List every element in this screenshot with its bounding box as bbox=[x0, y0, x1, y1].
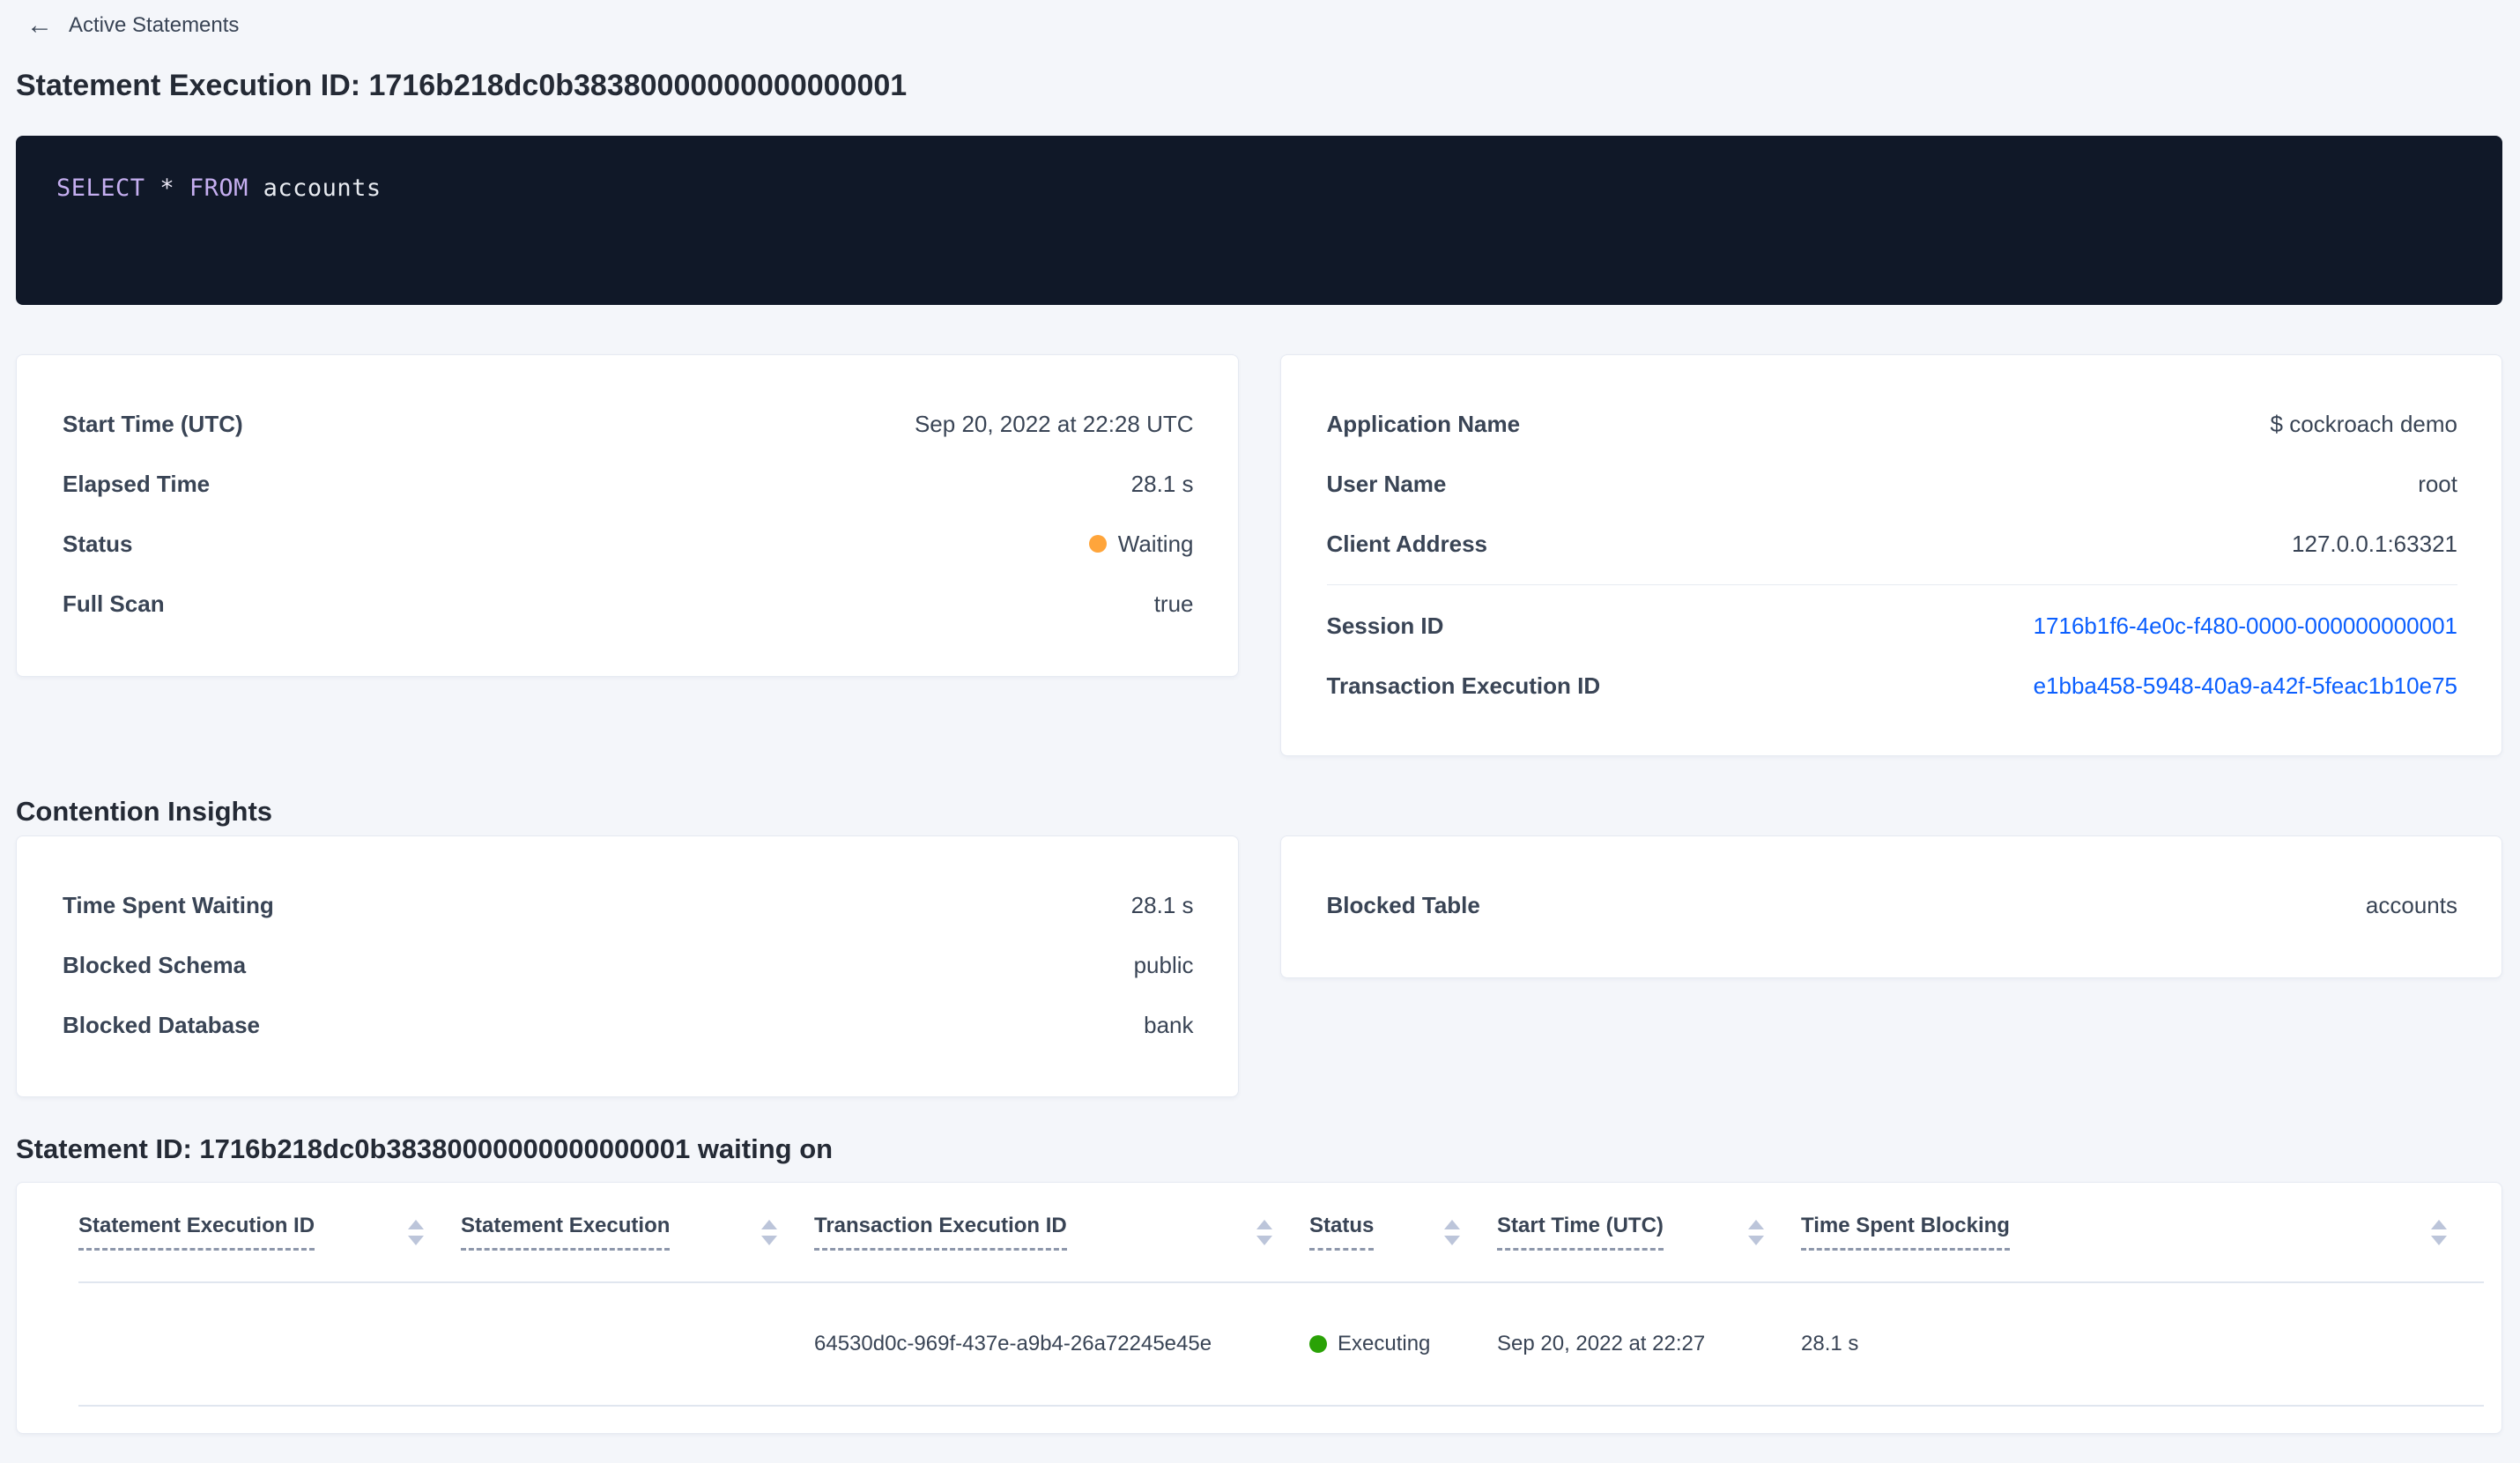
column-label: Time Spent Blocking bbox=[1801, 1214, 2010, 1251]
application-name-label: Application Name bbox=[1326, 410, 1521, 437]
user-name-label: User Name bbox=[1326, 470, 1447, 497]
contention-details-card: Time Spent Waiting 28.1 s Blocked Schema… bbox=[16, 835, 1239, 1097]
blocked-table-label: Blocked Table bbox=[1326, 891, 1480, 918]
sql-statement-box: SELECT * FROM accounts bbox=[16, 136, 2502, 305]
card-divider bbox=[1326, 584, 2457, 585]
cell-start-time: Sep 20, 2022 at 22:27 bbox=[1497, 1282, 1801, 1407]
blocked-schema-value: public bbox=[1133, 951, 1194, 978]
waiting-status-dot-icon bbox=[1088, 535, 1107, 553]
column-header-status[interactable]: Status bbox=[1309, 1183, 1497, 1283]
column-header-start-time[interactable]: Start Time (UTC) bbox=[1497, 1183, 1801, 1283]
waiting-on-heading: Statement ID: 1716b218dc0b38380000000000… bbox=[16, 1133, 834, 1164]
contention-cards-row: Time Spent Waiting 28.1 s Blocked Schema… bbox=[16, 835, 2502, 1097]
blocked-database-value: bank bbox=[1144, 1011, 1194, 1038]
blocked-table-card: Blocked Table accounts bbox=[1279, 835, 2502, 978]
session-details-card: Application Name $ cockroach demo User N… bbox=[1279, 354, 2502, 756]
start-time-value: Sep 20, 2022 at 22:28 UTC bbox=[914, 410, 1194, 437]
blocked-database-label: Blocked Database bbox=[63, 1011, 260, 1038]
column-label: Statement Execution ID bbox=[78, 1214, 315, 1251]
elapsed-time-value: 28.1 s bbox=[1130, 470, 1194, 497]
column-header-statement-execution[interactable]: Statement Execution bbox=[461, 1183, 814, 1283]
kv-row-status: Status Waiting bbox=[63, 514, 1194, 574]
kv-row-blocked-table: Blocked Table accounts bbox=[1327, 875, 2458, 935]
table-row: 64530d0c-969f-437e-a9b4-26a72245e45e Exe… bbox=[78, 1282, 2484, 1407]
time-spent-waiting-label: Time Spent Waiting bbox=[63, 891, 274, 918]
client-address-label: Client Address bbox=[1326, 530, 1488, 557]
waiting-statements-table-card: Statement Execution ID Statement Executi… bbox=[16, 1182, 2502, 1434]
column-label: Transaction Execution ID bbox=[814, 1214, 1067, 1251]
kv-row-blocked-schema: Blocked Schema public bbox=[63, 935, 1194, 995]
statement-execution-page: ← Active Statements Statement Execution … bbox=[0, 9, 2520, 1434]
status-text: Executing bbox=[1338, 1332, 1431, 1355]
transaction-execution-id-label: Transaction Execution ID bbox=[1326, 672, 1601, 699]
cell-transaction-execution-id: 64530d0c-969f-437e-a9b4-26a72245e45e bbox=[814, 1282, 1309, 1407]
sort-icon bbox=[2431, 1219, 2447, 1245]
summary-cards-row: Start Time (UTC) Sep 20, 2022 at 22:28 U… bbox=[16, 354, 2502, 756]
back-arrow-icon: ← bbox=[26, 11, 53, 40]
kv-row-application-name: Application Name $ cockroach demo bbox=[1327, 394, 2458, 454]
start-time-label: Start Time (UTC) bbox=[63, 410, 243, 437]
column-header-statement-execution-id[interactable]: Statement Execution ID bbox=[78, 1183, 461, 1283]
kv-row-time-spent-waiting: Time Spent Waiting 28.1 s bbox=[63, 875, 1194, 935]
kv-row-start-time: Start Time (UTC) Sep 20, 2022 at 22:28 U… bbox=[63, 394, 1194, 454]
back-link[interactable]: ← Active Statements bbox=[26, 9, 239, 42]
client-address-value: 127.0.0.1:63321 bbox=[2292, 530, 2457, 557]
time-spent-waiting-value: 28.1 s bbox=[1130, 891, 1194, 918]
executing-status-dot-icon bbox=[1309, 1335, 1327, 1353]
sql-keyword-select: SELECT bbox=[56, 175, 145, 202]
sql-keyword-from: FROM bbox=[189, 175, 248, 202]
page-title: Statement Execution ID: 1716b218dc0b3838… bbox=[16, 69, 908, 102]
sort-icon bbox=[1444, 1219, 1460, 1245]
back-link-label: Active Statements bbox=[69, 13, 240, 37]
kv-row-user-name: User Name root bbox=[1327, 454, 2458, 514]
column-label: Statement Execution bbox=[461, 1214, 671, 1251]
kv-row-client-address: Client Address 127.0.0.1:63321 bbox=[1327, 514, 2458, 574]
full-scan-label: Full Scan bbox=[63, 590, 165, 617]
column-label: Start Time (UTC) bbox=[1497, 1214, 1664, 1251]
elapsed-time-label: Elapsed Time bbox=[63, 470, 211, 497]
session-id-label: Session ID bbox=[1326, 612, 1444, 639]
kv-row-session-id: Session ID 1716b1f6-4e0c-f480-0000-00000… bbox=[1327, 596, 2458, 656]
cell-statement-execution bbox=[461, 1282, 814, 1407]
user-name-value: root bbox=[2418, 470, 2457, 497]
table-header-row: Statement Execution ID Statement Executi… bbox=[78, 1183, 2484, 1283]
kv-row-full-scan: Full Scan true bbox=[63, 574, 1194, 634]
sql-star-operator: * bbox=[159, 175, 175, 202]
sort-icon bbox=[761, 1219, 777, 1245]
sort-icon bbox=[408, 1219, 424, 1245]
status-value: Waiting bbox=[1088, 530, 1194, 558]
sort-icon bbox=[1748, 1219, 1764, 1245]
kv-row-elapsed-time: Elapsed Time 28.1 s bbox=[63, 454, 1194, 514]
transaction-execution-id-link[interactable]: e1bba458-5948-40a9-a42f-5feac1b10e75 bbox=[2034, 672, 2457, 700]
application-name-value: $ cockroach demo bbox=[2270, 410, 2457, 437]
sort-icon bbox=[1256, 1219, 1272, 1245]
execution-details-card: Start Time (UTC) Sep 20, 2022 at 22:28 U… bbox=[16, 354, 1239, 677]
kv-row-blocked-database: Blocked Database bank bbox=[63, 995, 1194, 1055]
sql-table-identifier: accounts bbox=[263, 175, 382, 202]
full-scan-value: true bbox=[1153, 590, 1194, 617]
column-header-time-spent-blocking[interactable]: Time Spent Blocking bbox=[1801, 1183, 2484, 1283]
blocked-schema-label: Blocked Schema bbox=[63, 951, 247, 978]
cell-statement-execution-id bbox=[78, 1282, 461, 1407]
cell-time-spent-blocking: 28.1 s bbox=[1801, 1282, 2484, 1407]
blocked-table-value: accounts bbox=[2365, 891, 2457, 918]
kv-row-transaction-execution-id: Transaction Execution ID e1bba458-5948-4… bbox=[1327, 656, 2458, 716]
cell-status: Executing bbox=[1309, 1282, 1497, 1407]
contention-insights-heading: Contention Insights bbox=[16, 796, 273, 827]
column-label: Status bbox=[1309, 1214, 1375, 1251]
session-id-link[interactable]: 1716b1f6-4e0c-f480-0000-000000000001 bbox=[2034, 613, 2457, 640]
column-header-transaction-execution-id[interactable]: Transaction Execution ID bbox=[814, 1183, 1309, 1283]
status-label: Status bbox=[63, 530, 133, 557]
status-text: Waiting bbox=[1117, 530, 1194, 557]
waiting-statements-table: Statement Execution ID Statement Executi… bbox=[78, 1183, 2484, 1407]
